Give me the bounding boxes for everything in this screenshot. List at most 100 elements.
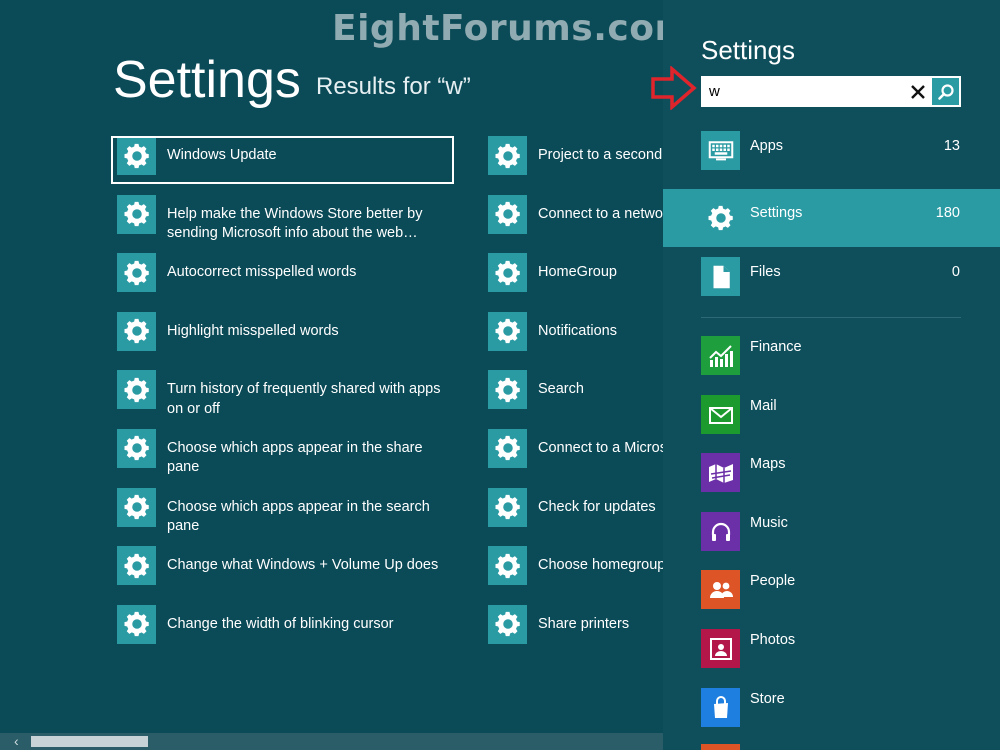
gear-icon [488, 370, 527, 410]
app-name: Maps [750, 456, 786, 472]
result-label: Choose which apps appear in the search p… [167, 498, 430, 535]
gear-icon [488, 311, 527, 351]
result-label: Share printers [538, 615, 630, 632]
gear-icon [488, 253, 527, 293]
search-box [701, 76, 961, 107]
results-label: Results for “w” [316, 73, 471, 100]
app-maps[interactable]: Maps [663, 453, 1000, 511]
result-label: Connect to a Micros [538, 439, 663, 456]
gear-icon [488, 604, 527, 644]
result-item[interactable]: Change the width of blinking cursor [117, 604, 457, 664]
result-label: HomeGroup [538, 264, 617, 281]
result-item[interactable]: Help make the Windows Store better by se… [117, 194, 457, 254]
gear-icon [488, 487, 527, 527]
result-label: Connect to a netwo [538, 205, 663, 222]
app-tile-partial [701, 744, 740, 750]
result-item[interactable]: Windows Update [117, 136, 457, 195]
result-label: Change what Windows + Volume Up does [167, 557, 439, 574]
result-label: Choose which apps appear in the share pa… [167, 439, 423, 476]
gear-icon [117, 311, 156, 351]
page-title: Settings [113, 51, 301, 109]
result-label: Project to a second [538, 147, 663, 163]
gear-icon [488, 194, 527, 234]
result-item[interactable]: Choose homegroup [488, 546, 663, 605]
result-label: Help make the Windows Store better by se… [167, 205, 423, 242]
app-name: People [750, 573, 796, 589]
app-mail[interactable]: Mail [663, 395, 1000, 453]
app-finance[interactable]: Finance [663, 336, 1000, 394]
gear-icon [117, 253, 156, 293]
mail-envelope-icon [701, 395, 740, 434]
app-people[interactable]: People [663, 570, 1000, 628]
result-item[interactable]: Choose which apps appear in the search p… [117, 487, 457, 547]
keyboard-icon [701, 131, 740, 170]
result-item[interactable]: Turn history of frequently shared with a… [117, 370, 457, 429]
file-icon [701, 257, 740, 296]
search-charm-pane: Settings Apps 13 Settings 180 Files 0 [651, 0, 1000, 750]
gear-icon [117, 546, 156, 586]
scope-files[interactable]: Files 0 [663, 248, 1000, 306]
headphones-icon [701, 512, 740, 551]
result-label: Change the width of blinking cursor [167, 615, 394, 632]
scope-name: Apps [750, 138, 784, 154]
result-label: Windows Update [167, 147, 277, 163]
app-store[interactable]: Store [663, 688, 1000, 746]
scope-name: Settings [750, 205, 803, 221]
scope-apps[interactable]: Apps 13 [663, 122, 1000, 180]
app-name: Photos [750, 632, 796, 648]
gear-icon [117, 487, 156, 527]
scrollbar-thumb[interactable] [31, 736, 148, 747]
result-item[interactable]: Check for updates [488, 487, 663, 547]
scope-name: Files [750, 264, 781, 280]
result-item[interactable]: Autocorrect misspelled words [117, 253, 457, 312]
watermark: EightForums.com [332, 8, 663, 49]
scroll-left-icon[interactable]: ‹ [14, 733, 19, 750]
gear-icon [117, 194, 156, 234]
result-label: Turn history of frequently shared with a… [167, 381, 441, 417]
search-icon[interactable] [932, 78, 959, 105]
horizontal-scrollbar[interactable]: ‹ [0, 733, 663, 750]
result-label: Choose homegroup [538, 557, 663, 574]
result-item[interactable]: Connect to a Micros [488, 428, 663, 488]
gear-icon [117, 370, 156, 410]
scope-count: 180 [935, 205, 960, 221]
gear-icon [488, 546, 527, 586]
result-item[interactable]: Project to a second [488, 136, 663, 195]
app-photos[interactable]: Photos [663, 629, 1000, 687]
photo-frame-icon [701, 629, 740, 668]
result-item[interactable]: Search [488, 370, 663, 429]
search-input[interactable] [701, 76, 901, 107]
clear-search-icon[interactable] [905, 76, 931, 107]
gear-icon [701, 198, 740, 237]
finance-chart-icon [701, 336, 740, 375]
result-item[interactable]: Highlight misspelled words [117, 311, 457, 371]
shopping-bag-icon [701, 688, 740, 727]
divider [701, 317, 961, 318]
gear-icon [117, 428, 156, 468]
pane-title: Settings [701, 35, 795, 65]
result-label: Check for updates [538, 498, 656, 515]
result-item[interactable]: Choose which apps appear in the share pa… [117, 428, 457, 488]
gear-icon [488, 428, 527, 468]
results-column-2: Project to a second Connect to a netwo H… [488, 136, 663, 663]
app-name: Finance [750, 339, 802, 355]
result-item[interactable]: Change what Windows + Volume Up does [117, 546, 457, 605]
result-item[interactable]: Connect to a netwo [488, 194, 663, 254]
result-item[interactable]: Share printers [488, 604, 663, 664]
scope-settings[interactable]: Settings 180 [663, 189, 1000, 247]
app-name: Store [750, 691, 785, 707]
results-column-1: Windows Update Help make the Windows Sto… [117, 136, 457, 663]
result-item[interactable]: Notifications [488, 311, 663, 371]
map-icon [701, 453, 740, 492]
gear-icon [488, 136, 527, 175]
app-name: Mail [750, 398, 777, 414]
gear-icon [117, 604, 156, 644]
app-music[interactable]: Music [663, 512, 1000, 570]
scope-count: 13 [943, 138, 960, 154]
result-label: Highlight misspelled words [167, 322, 339, 339]
red-arrow-annotation-icon [651, 66, 697, 110]
search-results-area: EightForums.com Settings Results for “w”… [0, 0, 663, 750]
result-label: Search [538, 381, 584, 398]
scope-count: 0 [951, 264, 960, 280]
result-item[interactable]: HomeGroup [488, 253, 663, 312]
